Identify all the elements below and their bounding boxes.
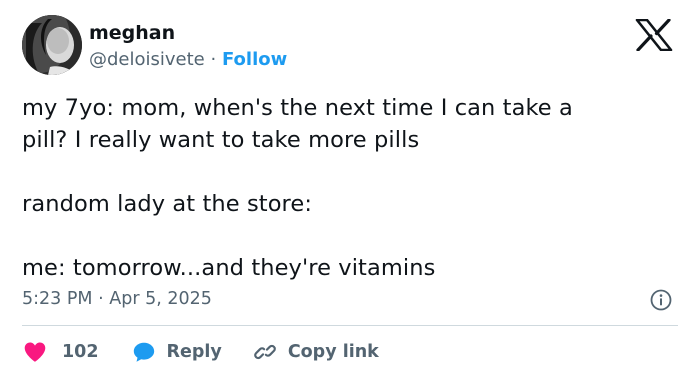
copy-link-button[interactable]: Copy link [252, 339, 379, 365]
author-avatar[interactable] [22, 15, 82, 75]
tweet-line: my 7yo: mom, when's the next time I can … [22, 95, 573, 121]
speech-bubble-icon [133, 342, 154, 362]
handle-separator: · [210, 49, 217, 70]
copy-link-label: Copy link [287, 342, 379, 362]
info-icon[interactable] [650, 289, 672, 311]
tweet-line: me: tomorrow...and they're vitamins [22, 255, 436, 281]
author-handle[interactable]: @deloisivete [89, 49, 205, 70]
timestamp-time: 5:23 PM [22, 289, 93, 309]
follow-button[interactable]: Follow [222, 49, 287, 70]
author-name[interactable]: meghan [89, 21, 175, 45]
like-button[interactable]: 102 [22, 339, 99, 365]
tweet-line: random lady at the store: [22, 191, 313, 217]
timestamp-separator: · [98, 289, 104, 309]
x-logo-icon[interactable] [634, 18, 674, 52]
timestamp-date: Apr 5, 2025 [109, 289, 212, 309]
reply-button[interactable]: Reply [131, 339, 222, 365]
tweet-line: pill? I really want to take more pills [22, 127, 420, 153]
link-icon [253, 344, 276, 360]
author-handle-row: @deloisivete · Follow [89, 48, 287, 72]
action-bar: 102 Reply Copy link [22, 338, 379, 366]
reply-label: Reply [166, 342, 222, 362]
heart-icon [24, 342, 46, 362]
tweet-text: my 7yo: mom, when's the next time I can … [22, 92, 682, 284]
tweet-timestamp[interactable]: 5:23 PM · Apr 5, 2025 [22, 287, 212, 311]
divider [22, 325, 678, 326]
like-count: 102 [62, 342, 99, 362]
